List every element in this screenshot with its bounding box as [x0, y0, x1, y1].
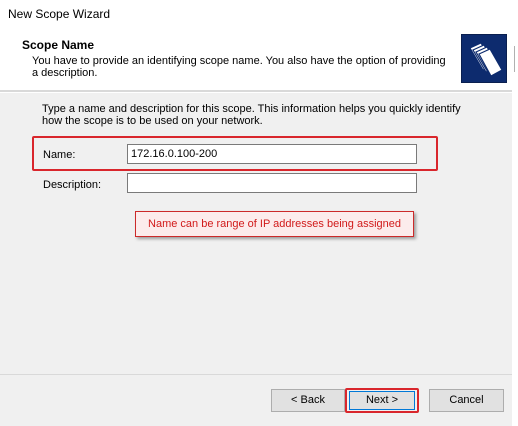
- right-background-edge: [512, 0, 518, 426]
- description-label: Description:: [43, 179, 102, 191]
- wizard-window: New Scope Wizard Scope Name You have to …: [0, 0, 518, 426]
- instructions-text: Type a name and description for this sco…: [42, 103, 461, 127]
- footer-divider: [0, 374, 512, 375]
- next-button[interactable]: Next >: [349, 391, 415, 410]
- page-description: You have to provide an identifying scope…: [32, 55, 446, 79]
- header-divider: [0, 90, 512, 93]
- wizard-header: Scope Name You have to provide an identi…: [0, 28, 512, 90]
- annotation-callout: Name can be range of IP addresses being …: [135, 211, 414, 237]
- right-edge-mark: [514, 46, 515, 72]
- cancel-button[interactable]: Cancel: [429, 389, 504, 412]
- page-title: Scope Name: [22, 38, 95, 52]
- back-button[interactable]: < Back: [271, 389, 345, 412]
- window-title: New Scope Wizard: [8, 7, 111, 21]
- folder-wizard-icon: [461, 34, 507, 83]
- title-bar: New Scope Wizard: [0, 0, 518, 28]
- description-input[interactable]: [127, 173, 417, 193]
- name-highlight-box: [32, 136, 438, 171]
